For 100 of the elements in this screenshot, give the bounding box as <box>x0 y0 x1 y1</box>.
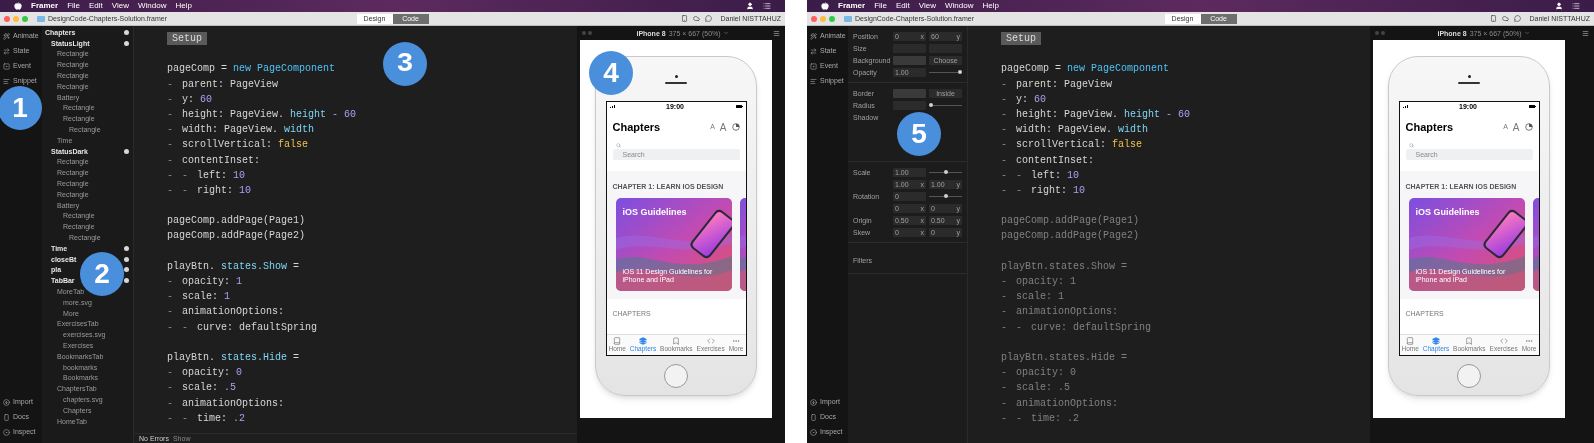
code-line: pageComp.addPage(Page2) <box>167 229 307 244</box>
slider[interactable] <box>929 169 962 175</box>
code-line: - - curve: defaultSpring <box>167 320 319 335</box>
menu-item[interactable]: Help <box>175 2 192 10</box>
code-line: - animationOptions: <box>1001 305 1120 320</box>
lines-icon <box>810 78 817 85</box>
section-heading: Setup <box>167 32 207 45</box>
code-line: - opacity: 0 <box>167 366 244 381</box>
pie-icon[interactable] <box>1524 123 1533 132</box>
list-icon[interactable] <box>1572 2 1580 10</box>
app-menu[interactable]: Framer <box>31 2 59 10</box>
number-badge: 1 <box>0 86 42 130</box>
code-line: - scrollVertical: false <box>167 138 310 153</box>
code-line: pageComp = new PageComponent <box>167 62 337 77</box>
app-menu[interactable]: Framer <box>838 2 866 10</box>
file-icon <box>37 15 45 22</box>
screen-title: Chapters <box>1405 120 1454 135</box>
code-line: - contentInset: <box>167 153 261 168</box>
slider-thumb[interactable] <box>958 70 962 74</box>
phone-icon[interactable] <box>681 15 689 22</box>
menu-item[interactable]: View <box>111 2 129 10</box>
menu-item[interactable]: File <box>874 2 887 10</box>
slider[interactable] <box>929 193 962 199</box>
menu-item[interactable]: Edit <box>896 2 910 10</box>
code-line: playBtn.states.Show = <box>1001 259 1129 274</box>
code-line: - scale: .5 <box>167 381 238 396</box>
code-line: - width: PageView. width <box>167 123 316 138</box>
close-button[interactable] <box>811 15 817 22</box>
apple-icon[interactable] <box>821 2 829 10</box>
chat-icon[interactable] <box>705 15 713 22</box>
search-icon <box>615 142 621 148</box>
menu-item[interactable]: Window <box>138 2 167 10</box>
user-icon[interactable] <box>746 2 754 10</box>
code-line: playBtn.states.Hide = <box>1001 350 1129 365</box>
color-swatch[interactable] <box>893 55 926 65</box>
code-line: - - time: .2 <box>1001 411 1080 426</box>
menu-item[interactable]: File <box>67 2 80 10</box>
section-heading: Setup <box>1001 32 1041 45</box>
card-title: iOS Guidelines <box>622 206 687 219</box>
cloud-icon[interactable] <box>1502 15 1510 22</box>
layers-icon <box>638 337 647 346</box>
phone-icon[interactable] <box>1490 15 1498 22</box>
code-line: - scrollVertical: false <box>1001 138 1144 153</box>
file-icon <box>844 15 852 22</box>
code-line: pageComp = new PageComponent <box>1001 62 1171 77</box>
number-badge: 4 <box>589 51 633 95</box>
wand-icon <box>810 33 817 40</box>
layers-icon <box>1431 337 1440 346</box>
code-line: - parent: PageView <box>1001 77 1113 92</box>
cloud-icon[interactable] <box>693 15 701 22</box>
code-line: - parent: PageView <box>167 77 279 92</box>
book-icon <box>613 337 622 346</box>
code-line: pageComp.addPage(Page1) <box>167 214 307 229</box>
code-line: - opacity: 1 <box>167 275 244 289</box>
slider-thumb[interactable] <box>943 170 948 174</box>
code-line: - scale: 1 <box>167 290 232 305</box>
code-line: - - right: 10 <box>167 183 253 198</box>
code-line: - - time: .2 <box>167 411 247 426</box>
menu-icon[interactable] <box>773 29 780 37</box>
close-button[interactable] <box>4 15 10 22</box>
code-line: - animationOptions: <box>167 396 286 411</box>
download-icon <box>3 399 10 406</box>
slider[interactable] <box>929 69 962 75</box>
apple-icon[interactable] <box>14 2 22 10</box>
arrows-icon <box>810 48 817 55</box>
chat-icon[interactable] <box>1514 15 1522 22</box>
code-line: - y: 60 <box>1001 92 1048 107</box>
menu-icon[interactable] <box>1582 29 1589 37</box>
code-line: playBtn. states.Hide = <box>167 350 301 365</box>
code-line: - - right: 10 <box>1001 183 1087 198</box>
number-badge: 3 <box>383 42 427 86</box>
screen-title: Chapters <box>612 120 661 135</box>
code-line: - animationOptions: <box>1001 396 1120 411</box>
slider[interactable] <box>929 102 962 108</box>
battery-icon <box>735 105 743 108</box>
card-title: iOS Guidelines <box>1415 206 1480 219</box>
list-icon[interactable] <box>763 2 771 10</box>
slider-thumb[interactable] <box>929 103 933 107</box>
code-line: - - left: 10 <box>167 168 247 183</box>
code-line: - opacity: 0 <box>1001 366 1077 381</box>
code-line: - height: PageView. height - 60 <box>167 107 358 122</box>
slider-thumb[interactable] <box>943 194 948 198</box>
code-line: - width: PageView. width <box>1001 123 1150 138</box>
arrows-icon <box>3 48 10 55</box>
menu-item[interactable]: Help <box>982 2 999 10</box>
large-text-button[interactable]: A <box>719 119 727 135</box>
menu-item[interactable]: Window <box>945 2 974 10</box>
code-line: - - left: 10 <box>1001 168 1081 183</box>
large-text-button[interactable]: A <box>1512 119 1520 135</box>
user-icon[interactable] <box>1555 2 1563 10</box>
color-swatch[interactable] <box>893 88 926 98</box>
menu-item[interactable]: Edit <box>89 2 103 10</box>
code-icon <box>706 337 715 346</box>
menu-item[interactable]: View <box>918 2 936 10</box>
bookmark-icon <box>672 337 681 346</box>
code-line: - y: 60 <box>167 92 214 107</box>
square-dot-icon <box>810 63 817 70</box>
signal-icon <box>1402 105 1408 108</box>
speaker-slot <box>665 81 687 84</box>
pie-icon[interactable] <box>731 123 740 132</box>
